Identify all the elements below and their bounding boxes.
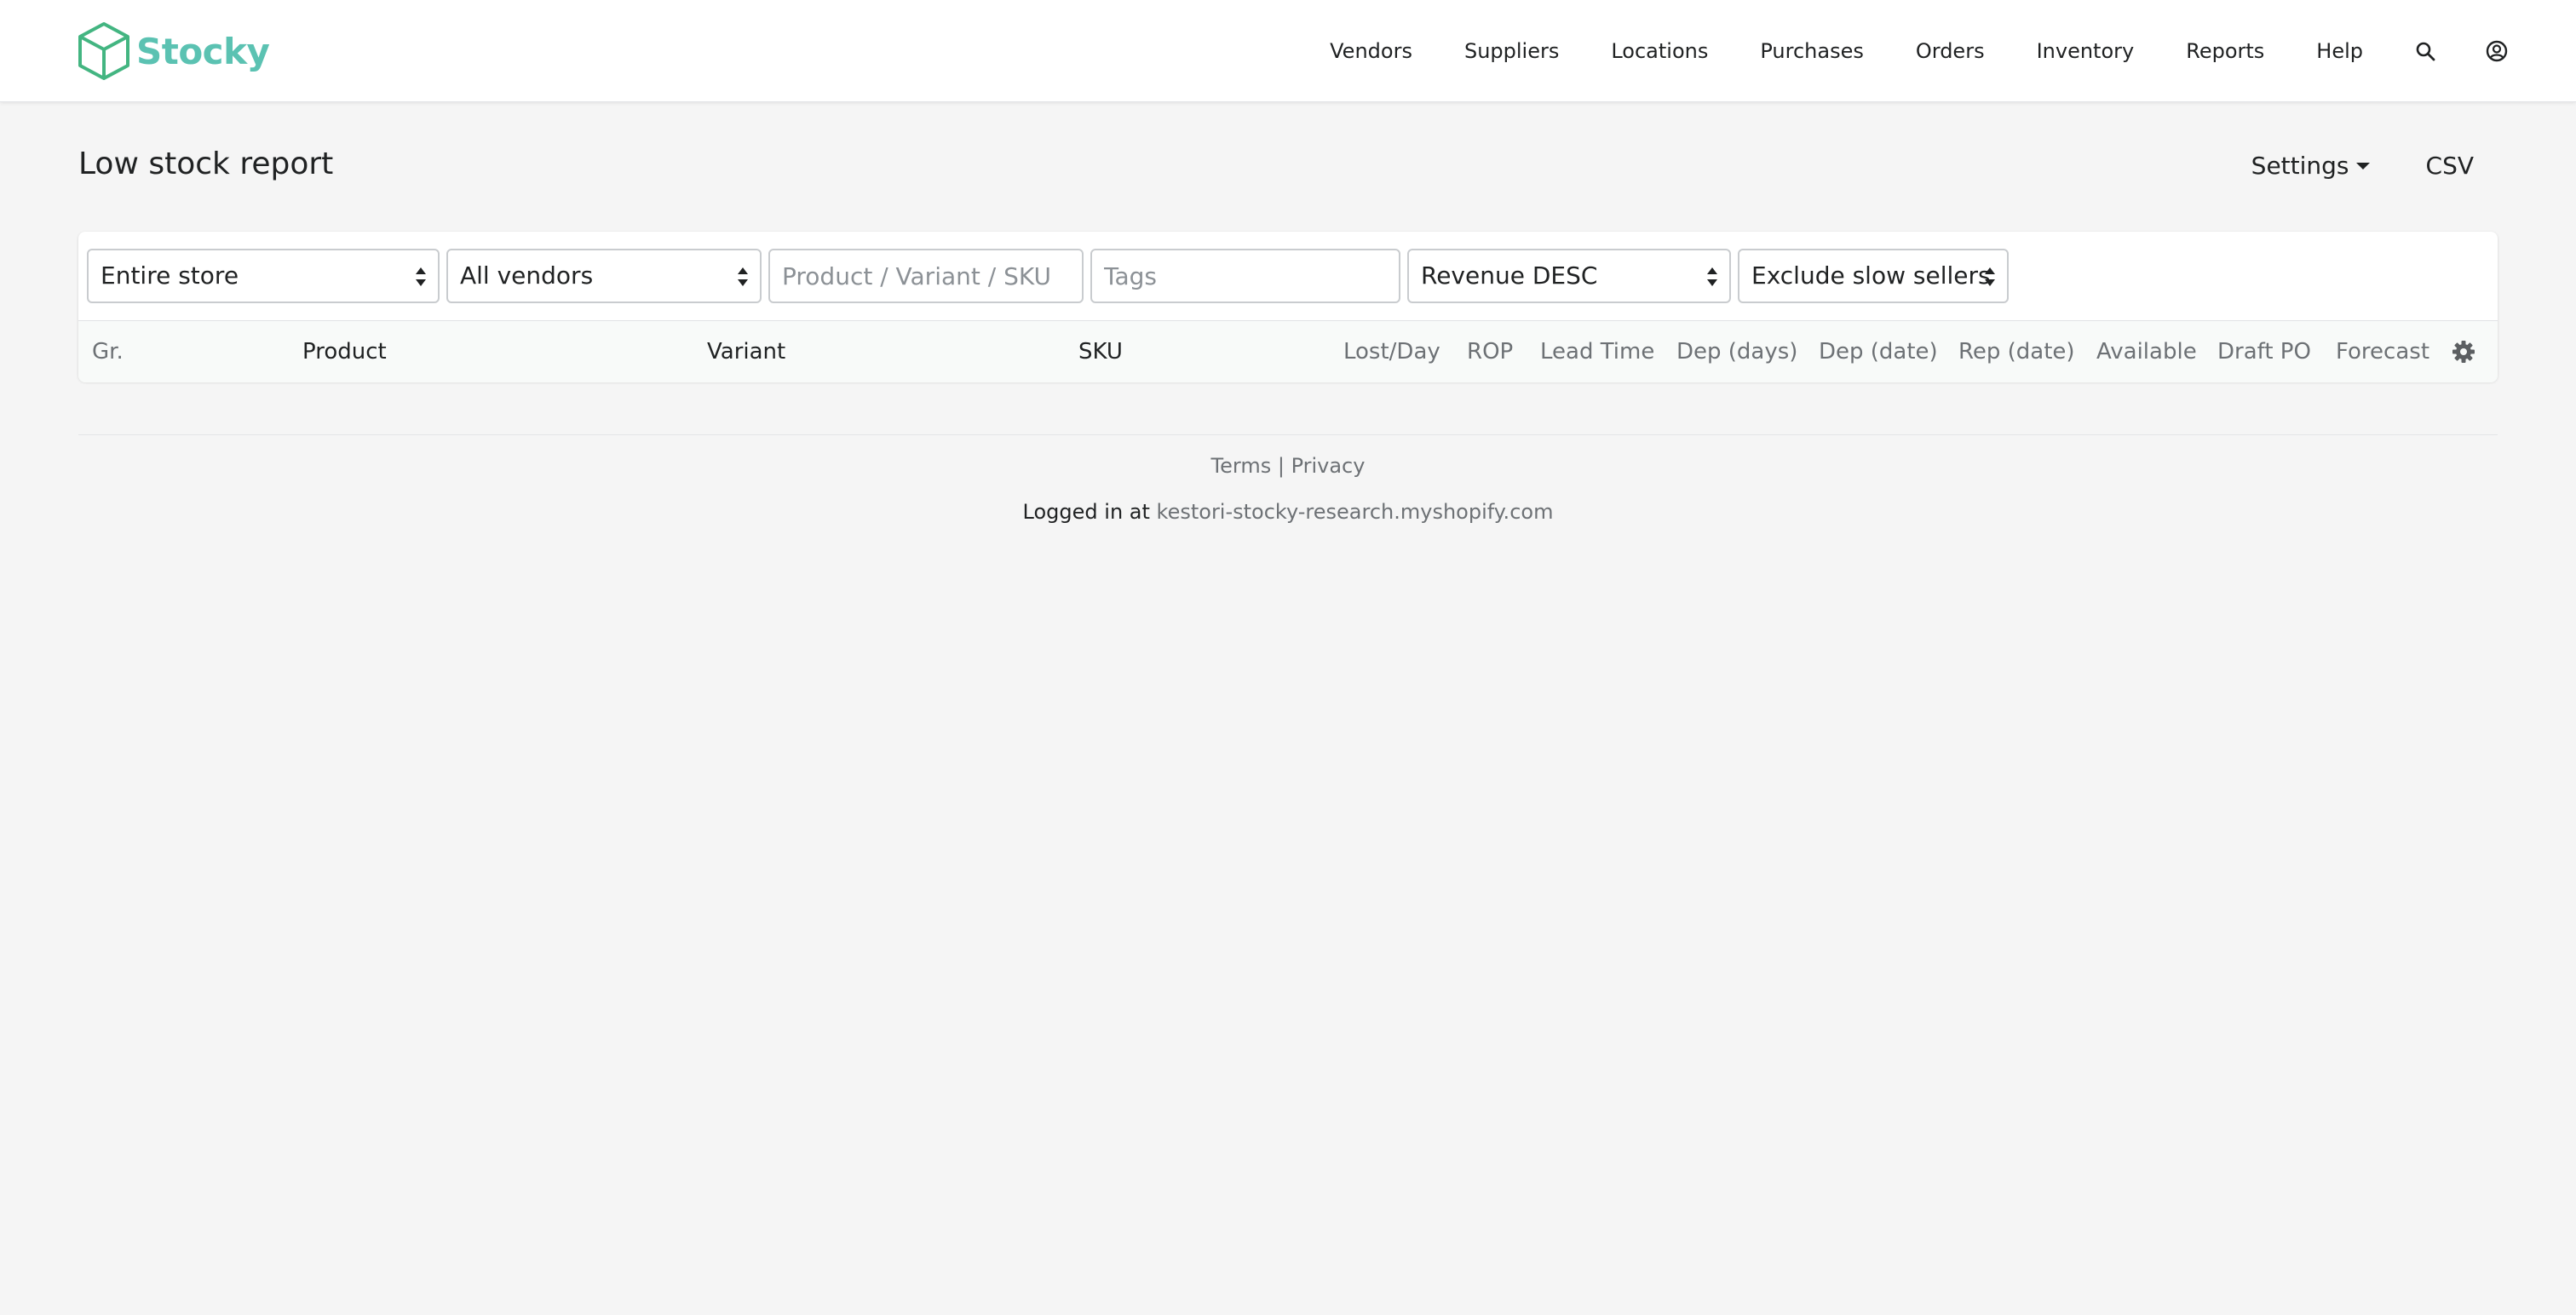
product-search-input[interactable]: [768, 249, 1084, 303]
caret-down-icon: [2355, 162, 2370, 169]
nav-locations[interactable]: Locations: [1611, 39, 1708, 63]
column-header-draft-po[interactable]: Draft PO: [2217, 321, 2311, 382]
column-header-dep-days[interactable]: Dep (days): [1676, 321, 1797, 382]
column-header-forecast[interactable]: Forecast: [2336, 321, 2429, 382]
nav-help[interactable]: Help: [2316, 39, 2363, 63]
column-header-variant[interactable]: Variant: [707, 321, 785, 382]
gear-icon[interactable]: [2452, 340, 2475, 364]
settings-label: Settings: [2251, 152, 2349, 180]
nav-purchases[interactable]: Purchases: [1760, 39, 1864, 63]
table-header: Gr. Product Variant SKU Lost/Day ROP Lea…: [78, 320, 2498, 382]
tags-input[interactable]: [1090, 249, 1400, 303]
logged-in-status: Logged in at kestori-stocky-research.mys…: [0, 500, 2576, 524]
column-header-product[interactable]: Product: [302, 321, 387, 382]
nav-reports[interactable]: Reports: [2186, 39, 2264, 63]
brand-logo[interactable]: Stocky: [77, 20, 270, 82]
brand-name: Stocky: [136, 30, 270, 72]
box-logo-icon: [78, 22, 129, 80]
footer-separator: |: [1271, 454, 1291, 478]
footer-divider: [78, 434, 2498, 435]
settings-dropdown-button[interactable]: Settings: [2251, 152, 2370, 180]
filter-bar: Entire store All vendors Revenue DESC Ex…: [87, 249, 2015, 303]
footer-links: Terms | Privacy: [0, 454, 2576, 478]
column-header-lead-time[interactable]: Lead Time: [1540, 321, 1654, 382]
location-select[interactable]: Entire store: [87, 249, 440, 303]
user-circle-icon[interactable]: [2486, 40, 2508, 62]
shop-domain: kestori-stocky-research.myshopify.com: [1156, 500, 1554, 524]
nav-suppliers[interactable]: Suppliers: [1464, 39, 1559, 63]
column-header-group[interactable]: Gr.: [92, 321, 124, 382]
csv-export-button[interactable]: CSV: [2426, 152, 2474, 180]
nav-inventory[interactable]: Inventory: [2037, 39, 2135, 63]
column-header-available[interactable]: Available: [2096, 321, 2197, 382]
report-card: Entire store All vendors Revenue DESC Ex…: [78, 232, 2498, 382]
search-icon[interactable]: [2414, 40, 2436, 62]
column-header-dep-date[interactable]: Dep (date): [1819, 321, 1938, 382]
header-actions: Settings CSV: [2251, 152, 2474, 180]
logged-in-prefix: Logged in at: [1022, 500, 1157, 524]
column-header-rep-date[interactable]: Rep (date): [1958, 321, 2075, 382]
page-title: Low stock report: [78, 146, 334, 181]
vendor-select[interactable]: All vendors: [446, 249, 762, 303]
slow-sellers-select[interactable]: Exclude slow sellers: [1738, 249, 2009, 303]
terms-link[interactable]: Terms: [1211, 454, 1272, 478]
top-navbar: Stocky Vendors Suppliers Locations Purch…: [0, 0, 2576, 102]
nav-orders[interactable]: Orders: [1916, 39, 1985, 63]
sort-select[interactable]: Revenue DESC: [1407, 249, 1731, 303]
column-header-lost-per-day[interactable]: Lost/Day: [1343, 321, 1440, 382]
nav-vendors[interactable]: Vendors: [1330, 39, 1412, 63]
privacy-link[interactable]: Privacy: [1291, 454, 1366, 478]
column-header-rop[interactable]: ROP: [1467, 321, 1513, 382]
main-nav: Vendors Suppliers Locations Purchases Or…: [1330, 0, 2508, 101]
column-header-sku[interactable]: SKU: [1078, 321, 1123, 382]
